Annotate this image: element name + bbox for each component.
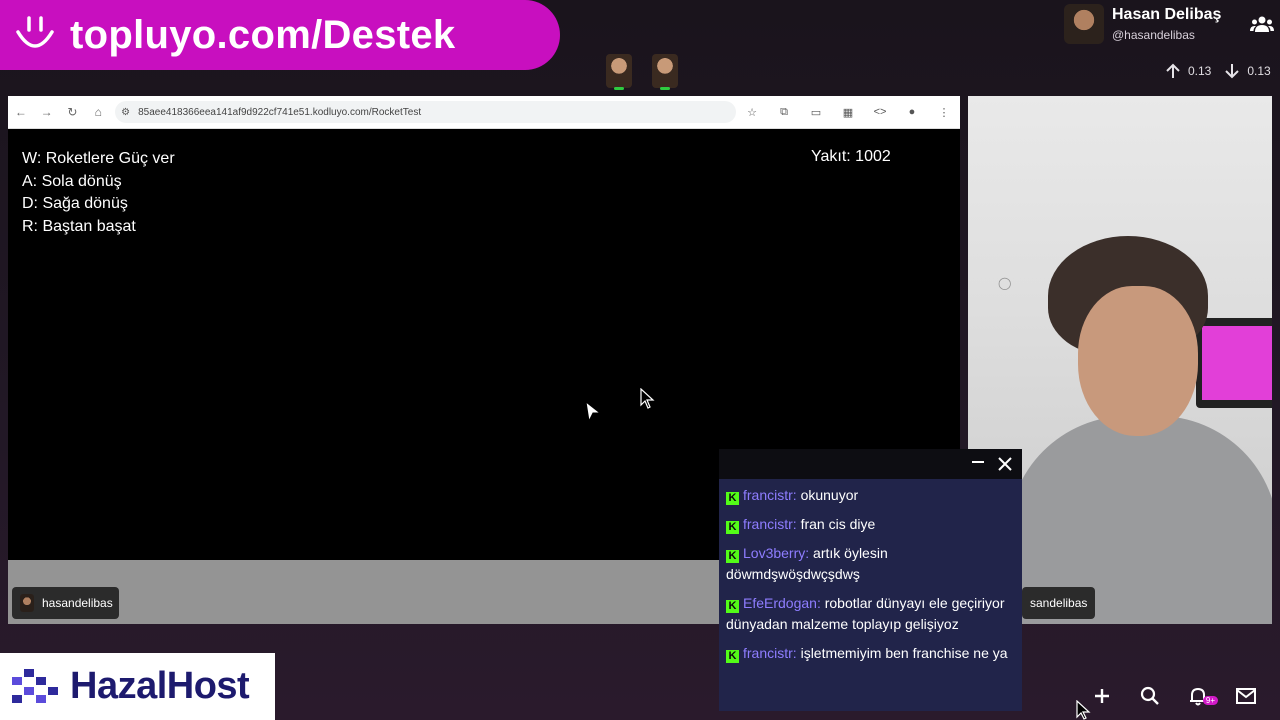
avatar xyxy=(20,594,34,612)
devtools-icon[interactable]: <> xyxy=(864,106,896,118)
reload-icon[interactable]: ↻ xyxy=(60,105,86,119)
rocket-icon xyxy=(585,400,602,422)
banner-text: topluyo.com/Destek xyxy=(70,12,456,57)
chat-username[interactable]: francistr: xyxy=(743,516,797,532)
kick-icon: K xyxy=(726,650,739,663)
site-settings-icon[interactable]: ⚙ xyxy=(121,107,130,118)
close-icon[interactable] xyxy=(996,455,1014,473)
notification-badge: 9+ xyxy=(1202,696,1218,705)
whiteboard-doodle: ◯ xyxy=(998,276,1012,290)
cam-user-name: sandelibas xyxy=(1030,596,1088,610)
notifications-button[interactable]: 9+ xyxy=(1186,684,1218,708)
screen-user-name: hasandelibas xyxy=(42,596,113,610)
kick-icon: K xyxy=(726,550,739,563)
hazalhost-mark-icon xyxy=(12,668,58,703)
chat-header xyxy=(719,449,1022,479)
participant-avatar[interactable] xyxy=(606,54,632,90)
chat-message: Kfrancistr: okunuyor xyxy=(719,481,1022,510)
cam-user-label: sandelibas xyxy=(1022,587,1096,619)
kick-icon: K xyxy=(726,600,739,613)
cast-icon[interactable]: ▭ xyxy=(800,106,832,119)
mail-icon xyxy=(1236,688,1256,704)
plus-icon xyxy=(1095,689,1109,703)
kick-icon: K xyxy=(726,521,739,534)
control-line: D: Sağa dönüş xyxy=(22,195,128,212)
chat-message: Kfrancistr: fran cis diye xyxy=(719,510,1022,539)
forward-icon[interactable]: → xyxy=(34,105,60,119)
messages-button[interactable] xyxy=(1234,684,1258,708)
chat-message: K EfeErdogan: robotlar dünyayı ele geçiri… xyxy=(719,589,1022,639)
chat-messages: Kfrancistr: okunuyor Kfrancistr: fran ci… xyxy=(719,479,1022,668)
user-info: Hasan Delibaş @hasandelibas xyxy=(1064,4,1274,48)
logo-text: HazalHost xyxy=(70,665,250,707)
search-icon xyxy=(1140,686,1159,705)
kick-icon: K xyxy=(726,492,739,505)
search-button[interactable] xyxy=(1138,684,1162,708)
chat-message: Kfrancistr: işletmemiyim ben franchise n… xyxy=(719,639,1022,668)
back-icon[interactable]: ← xyxy=(8,105,34,119)
arrow-down-icon xyxy=(1225,64,1240,79)
smiley-icon xyxy=(16,16,54,48)
chat-username[interactable]: francistr: xyxy=(743,645,797,661)
extensions-icon[interactable]: ⧉ xyxy=(768,106,800,119)
game-controls-help: W: Roketlere Güç ver A: Sola dönüş D: Sa… xyxy=(22,148,175,238)
person-face xyxy=(1078,286,1198,436)
minimize-icon[interactable] xyxy=(972,461,984,463)
menu-kebab-icon[interactable]: ⋮ xyxy=(928,106,960,119)
user-handle: @hasandelibas xyxy=(1112,28,1195,42)
participant-avatar[interactable] xyxy=(652,54,678,90)
home-icon[interactable]: ⌂ xyxy=(85,105,111,119)
download-rate: 0.13 xyxy=(1247,64,1271,78)
chat-text: fran cis diye xyxy=(800,516,876,532)
apps-icon[interactable]: ▦ xyxy=(832,106,864,119)
chat-text: okunuyor xyxy=(800,487,859,503)
chat-overlay: Kfrancistr: okunuyor Kfrancistr: fran ci… xyxy=(719,449,1022,711)
bandwidth-rates: 0.13 0.13 xyxy=(1164,62,1271,80)
avatar[interactable] xyxy=(1064,4,1104,44)
bookmark-star-icon[interactable]: ☆ xyxy=(736,106,768,119)
control-line: R: Baştan başat xyxy=(22,217,136,235)
arrow-up-icon xyxy=(1166,63,1180,78)
profile-icon[interactable]: ● xyxy=(896,106,928,118)
control-line: A: Sola dönüş xyxy=(22,172,122,190)
group-icon[interactable] xyxy=(1250,14,1274,34)
bottom-toolbar: 9+ xyxy=(1090,684,1258,708)
address-bar[interactable]: ⚙ 85aee418366eea141af9d922cf741e51.kodlu… xyxy=(115,101,736,123)
control-line: W: Roketlere Güç ver xyxy=(22,150,175,167)
fuel-readout: Yakıt: 1002 xyxy=(811,148,891,165)
chat-username[interactable]: francistr: xyxy=(743,487,797,503)
add-button[interactable] xyxy=(1090,684,1114,708)
user-name: Hasan Delibaş xyxy=(1112,6,1222,23)
screen-user-label: hasandelibas xyxy=(12,587,119,619)
chat-username[interactable]: Lov3berry: xyxy=(743,545,809,561)
browser-toolbar: ← → ↻ ⌂ ⚙ 85aee418366eea141af9d922cf741e… xyxy=(8,96,960,129)
chat-username[interactable]: EfeErdogan: xyxy=(743,595,821,611)
participant-avatars xyxy=(606,54,678,90)
url-text: 85aee418366eea141af9d922cf741e51.kodluyo… xyxy=(138,106,422,118)
background-monitor xyxy=(1196,318,1272,408)
mouse-cursor-icon xyxy=(640,388,655,409)
upload-rate: 0.13 xyxy=(1188,64,1212,78)
chat-message: K Lov3berry: artık öylesin döwmdşwöşdwçşd… xyxy=(719,539,1022,589)
chat-text: işletmemiyim ben franchise ne ya xyxy=(800,645,1008,661)
hazalhost-logo: HazalHost xyxy=(0,653,275,720)
topluyo-banner: topluyo.com/Destek xyxy=(0,0,560,70)
